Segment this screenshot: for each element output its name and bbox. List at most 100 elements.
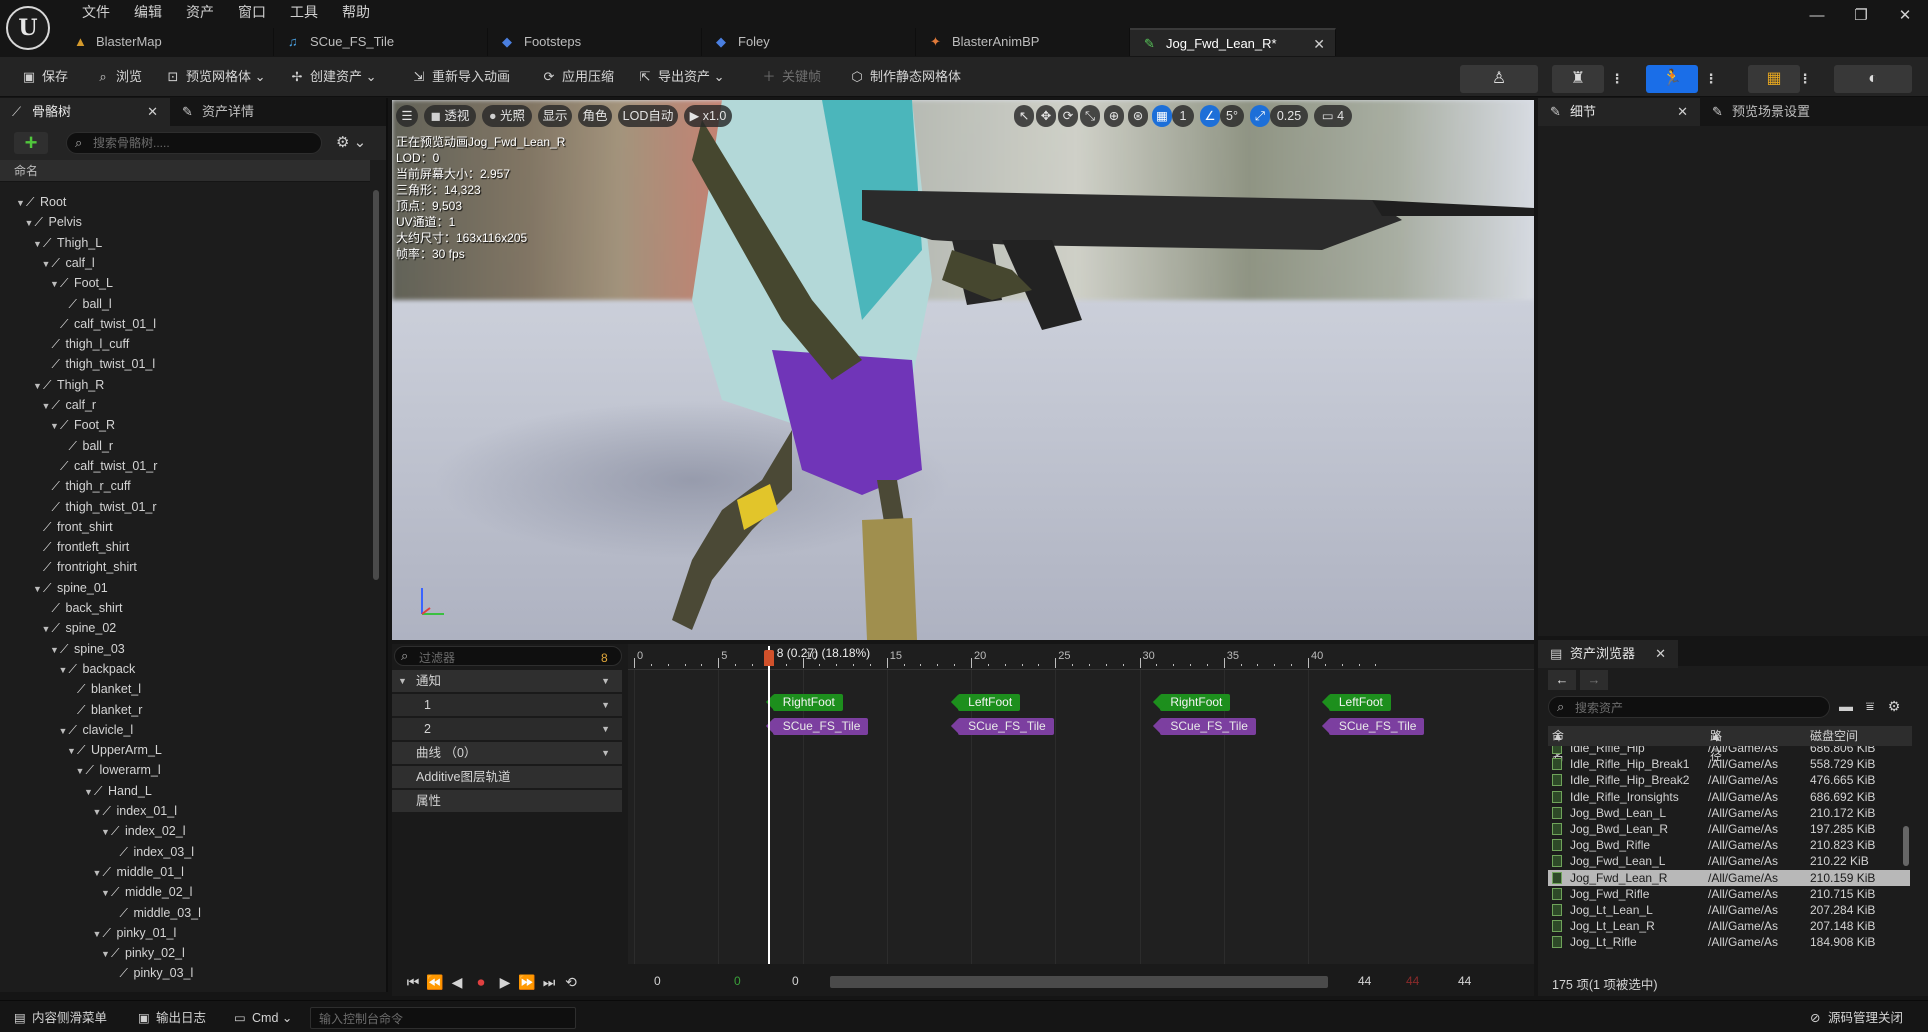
minimize-button[interactable]: — — [1802, 6, 1832, 26]
tab-skeleton-tree[interactable]: ⟋ 骨骼树 ✕ — [0, 98, 170, 126]
bone-row[interactable]: ▼⟋ring_01_l — [93, 984, 168, 988]
physics-mode-button[interactable]: ◐ — [1834, 65, 1912, 93]
more-options-icon[interactable]: ⋮ — [1610, 65, 1624, 93]
bone-row[interactable]: ▼⟋ index_02_l — [101, 821, 185, 841]
expand-arrow-icon[interactable]: ▼ — [101, 883, 111, 903]
animation-mode-button[interactable]: 🏃 — [1646, 65, 1698, 93]
bone-row[interactable]: ⟋ thigh_twist_01_r — [42, 497, 157, 517]
bone-row[interactable]: ▼⟋ lowerarm_l — [76, 760, 161, 780]
bone-row[interactable]: ⟋ blanket_l — [67, 679, 141, 699]
tab-preview-scene-settings[interactable]: ✎ 预览场景设置 — [1700, 98, 1900, 126]
current-frame[interactable]: 0 — [792, 974, 799, 988]
bone-row[interactable]: ⟋ back_shirt — [42, 598, 123, 618]
play-reverse-button[interactable]: ◀ — [446, 972, 468, 992]
playhead-handle[interactable] — [763, 650, 774, 666]
notify-marker[interactable]: RightFoot — [1160, 694, 1231, 711]
close-icon[interactable]: ✕ — [147, 98, 158, 126]
asset-row[interactable]: Jog_Bwd_Lean_L/All/Game/As 210.172 KiB — [1548, 805, 1910, 821]
column-header-name[interactable]: 命名 — [0, 160, 370, 182]
doc-tab-blasteranimbp[interactable]: ✦ BlasterAnimBP — [916, 28, 1130, 56]
playhead-line[interactable] — [767, 646, 770, 964]
blueprint-mode-button[interactable]: ▦ — [1748, 65, 1800, 93]
cmd-dropdown[interactable]: ▭ Cmd ⌄ — [232, 1008, 292, 1028]
asset-row[interactable]: Jog_Bwd_Rifle/All/Game/As 210.823 KiB — [1548, 837, 1910, 853]
bone-row[interactable]: ▼⟋ calf_r — [42, 395, 97, 415]
chevron-down-icon[interactable]: ▼ — [601, 694, 610, 716]
scale-tool-button[interactable]: ⤡ — [1080, 105, 1100, 127]
end-frame[interactable]: 44 — [1358, 974, 1371, 988]
translate-tool-button[interactable]: ✥ — [1036, 105, 1056, 127]
expand-arrow-icon[interactable]: ▼ — [50, 640, 60, 660]
close-tab-icon[interactable]: ✕ — [1313, 30, 1325, 58]
lit-button[interactable]: ● 光照 — [482, 105, 532, 127]
track-notify-1[interactable]: 1 ▼ — [392, 694, 622, 716]
bone-row[interactable]: ⟋ front_shirt — [33, 517, 113, 537]
track-additive-layers[interactable]: Additive图层轨道 — [392, 766, 622, 788]
bone-row[interactable]: ▼⟋ spine_01 — [33, 578, 108, 598]
browse-button[interactable]: ⌕ 浏览 — [94, 65, 142, 89]
timeline-filter[interactable]: ⌕ 过滤器 8 — [394, 646, 622, 666]
column-name[interactable]: 命名 ▲ — [1552, 726, 1564, 763]
asset-row[interactable]: Idle_Rifle_Hip_Break1/All/Game/As 558.729… — [1548, 756, 1910, 772]
doc-tab-scue-fs-tile[interactable]: ♫ SCue_FS_Tile — [274, 28, 488, 56]
key-button[interactable]: ＋关键帧 — [760, 65, 821, 89]
timeline-grid[interactable]: 0 5 10 15 20 25 30 35 40 RightFoot LeftFoot RightF… — [628, 644, 1534, 964]
bone-row[interactable]: ▼⟋ Hand_L — [84, 781, 152, 801]
console-input[interactable] — [319, 1011, 569, 1027]
asset-row[interactable]: Jog_Lt_Rifle/All/Game/As 184.908 KiB — [1548, 934, 1910, 950]
expand-arrow-icon[interactable]: ▼ — [59, 721, 69, 741]
expand-arrow-icon[interactable]: ▼ — [84, 782, 94, 802]
forward-arrow-icon[interactable]: → — [1580, 670, 1608, 690]
expand-arrow-icon[interactable]: ▼ — [50, 416, 60, 436]
track-attributes[interactable]: 属性 — [392, 790, 622, 812]
doc-tab-blastermap[interactable]: ▲ BlasterMap — [60, 28, 274, 56]
skeletal-mesh-mode-button[interactable]: ♜ — [1552, 65, 1604, 93]
scrollbar-thumb[interactable] — [1903, 826, 1909, 866]
loop-button[interactable]: ⟲ — [560, 972, 582, 992]
close-icon[interactable]: ✕ — [1655, 640, 1666, 668]
bone-row[interactable]: ⟋ ball_l — [59, 294, 112, 314]
bone-row[interactable]: ▼⟋ Root — [16, 192, 66, 212]
track-notifies[interactable]: ▼ 通知 ▼ — [392, 670, 622, 692]
step-back-button[interactable]: ⏪ — [424, 972, 446, 992]
grid-snap-button[interactable]: ▦ — [1152, 105, 1172, 127]
go-to-start-button[interactable]: ⏮ — [402, 972, 424, 992]
bone-row[interactable]: ▼⟋ pinky_02_l — [101, 943, 185, 963]
bone-row[interactable]: ⟋ thigh_l_cuff — [42, 334, 130, 354]
expand-arrow-icon[interactable]: ▼ — [42, 396, 52, 416]
content-drawer-button[interactable]: ▤ 内容侧滑菜单 — [12, 1008, 107, 1028]
bone-row[interactable]: ▼⟋ middle_02_l — [101, 882, 192, 902]
column-disk-size[interactable]: 磁盘空间 — [1810, 726, 1858, 746]
expand-arrow-icon[interactable]: ▼ — [59, 660, 69, 680]
start-frame[interactable]: 0 — [654, 974, 661, 988]
export-asset-button[interactable]: ⇱ 导出资产 ⌄ — [636, 65, 725, 89]
bone-row[interactable]: ⟋ thigh_twist_01_l — [42, 354, 156, 374]
asset-row[interactable]: Jog_Fwd_Lean_L/All/Game/As 210.22 KiB — [1548, 853, 1910, 869]
skeleton-settings-button[interactable]: ⚙ ⌄ — [336, 132, 370, 154]
select-tool-button[interactable]: ↖ — [1014, 105, 1034, 127]
expand-arrow-icon[interactable]: ▼ — [42, 619, 52, 639]
sound-notify-marker[interactable]: SCue_FS_Tile — [958, 718, 1054, 735]
bone-row[interactable]: ⟋ frontright_shirt — [33, 557, 137, 577]
surface-snap-button[interactable]: ⊛ — [1128, 105, 1148, 127]
bone-row[interactable]: ▼⟋ Thigh_L — [33, 233, 102, 253]
asset-row[interactable]: Jog_Lt_Lean_L/All/Game/As 207.284 KiB — [1548, 902, 1910, 918]
expand-arrow-icon[interactable]: ▼ — [76, 761, 86, 781]
bone-row[interactable]: ⟋ pinky_03_l — [110, 963, 194, 983]
preview-mesh-button[interactable]: ⊡ 预览网格体 ⌄ — [164, 65, 266, 89]
asset-row[interactable]: Jog_Lt_Lean_R/All/Game/As 207.148 KiB — [1548, 918, 1910, 934]
bone-row[interactable]: ▼⟋ calf_l — [42, 253, 95, 273]
expand-arrow-icon[interactable]: ▼ — [33, 579, 43, 599]
track-curves[interactable]: 曲线 （0） ▼ — [392, 742, 622, 764]
last-frame[interactable]: 44 — [1458, 974, 1471, 988]
bone-row[interactable]: ▼⟋ backpack — [59, 659, 136, 679]
track-notify-2[interactable]: 2 ▼ — [392, 718, 622, 740]
angle-snap-value[interactable]: 5° — [1220, 105, 1244, 127]
range-end-frame[interactable]: 44 — [1406, 974, 1419, 988]
expand-arrow-icon[interactable]: ▼ — [101, 944, 111, 964]
expand-arrow-icon[interactable]: ▼ — [93, 924, 103, 944]
expand-arrow-icon[interactable]: ▼ — [33, 376, 43, 396]
menu-window[interactable]: 窗口 — [226, 2, 278, 22]
menu-tools[interactable]: 工具 — [278, 2, 330, 22]
scale-snap-value[interactable]: 0.25 — [1270, 105, 1308, 127]
